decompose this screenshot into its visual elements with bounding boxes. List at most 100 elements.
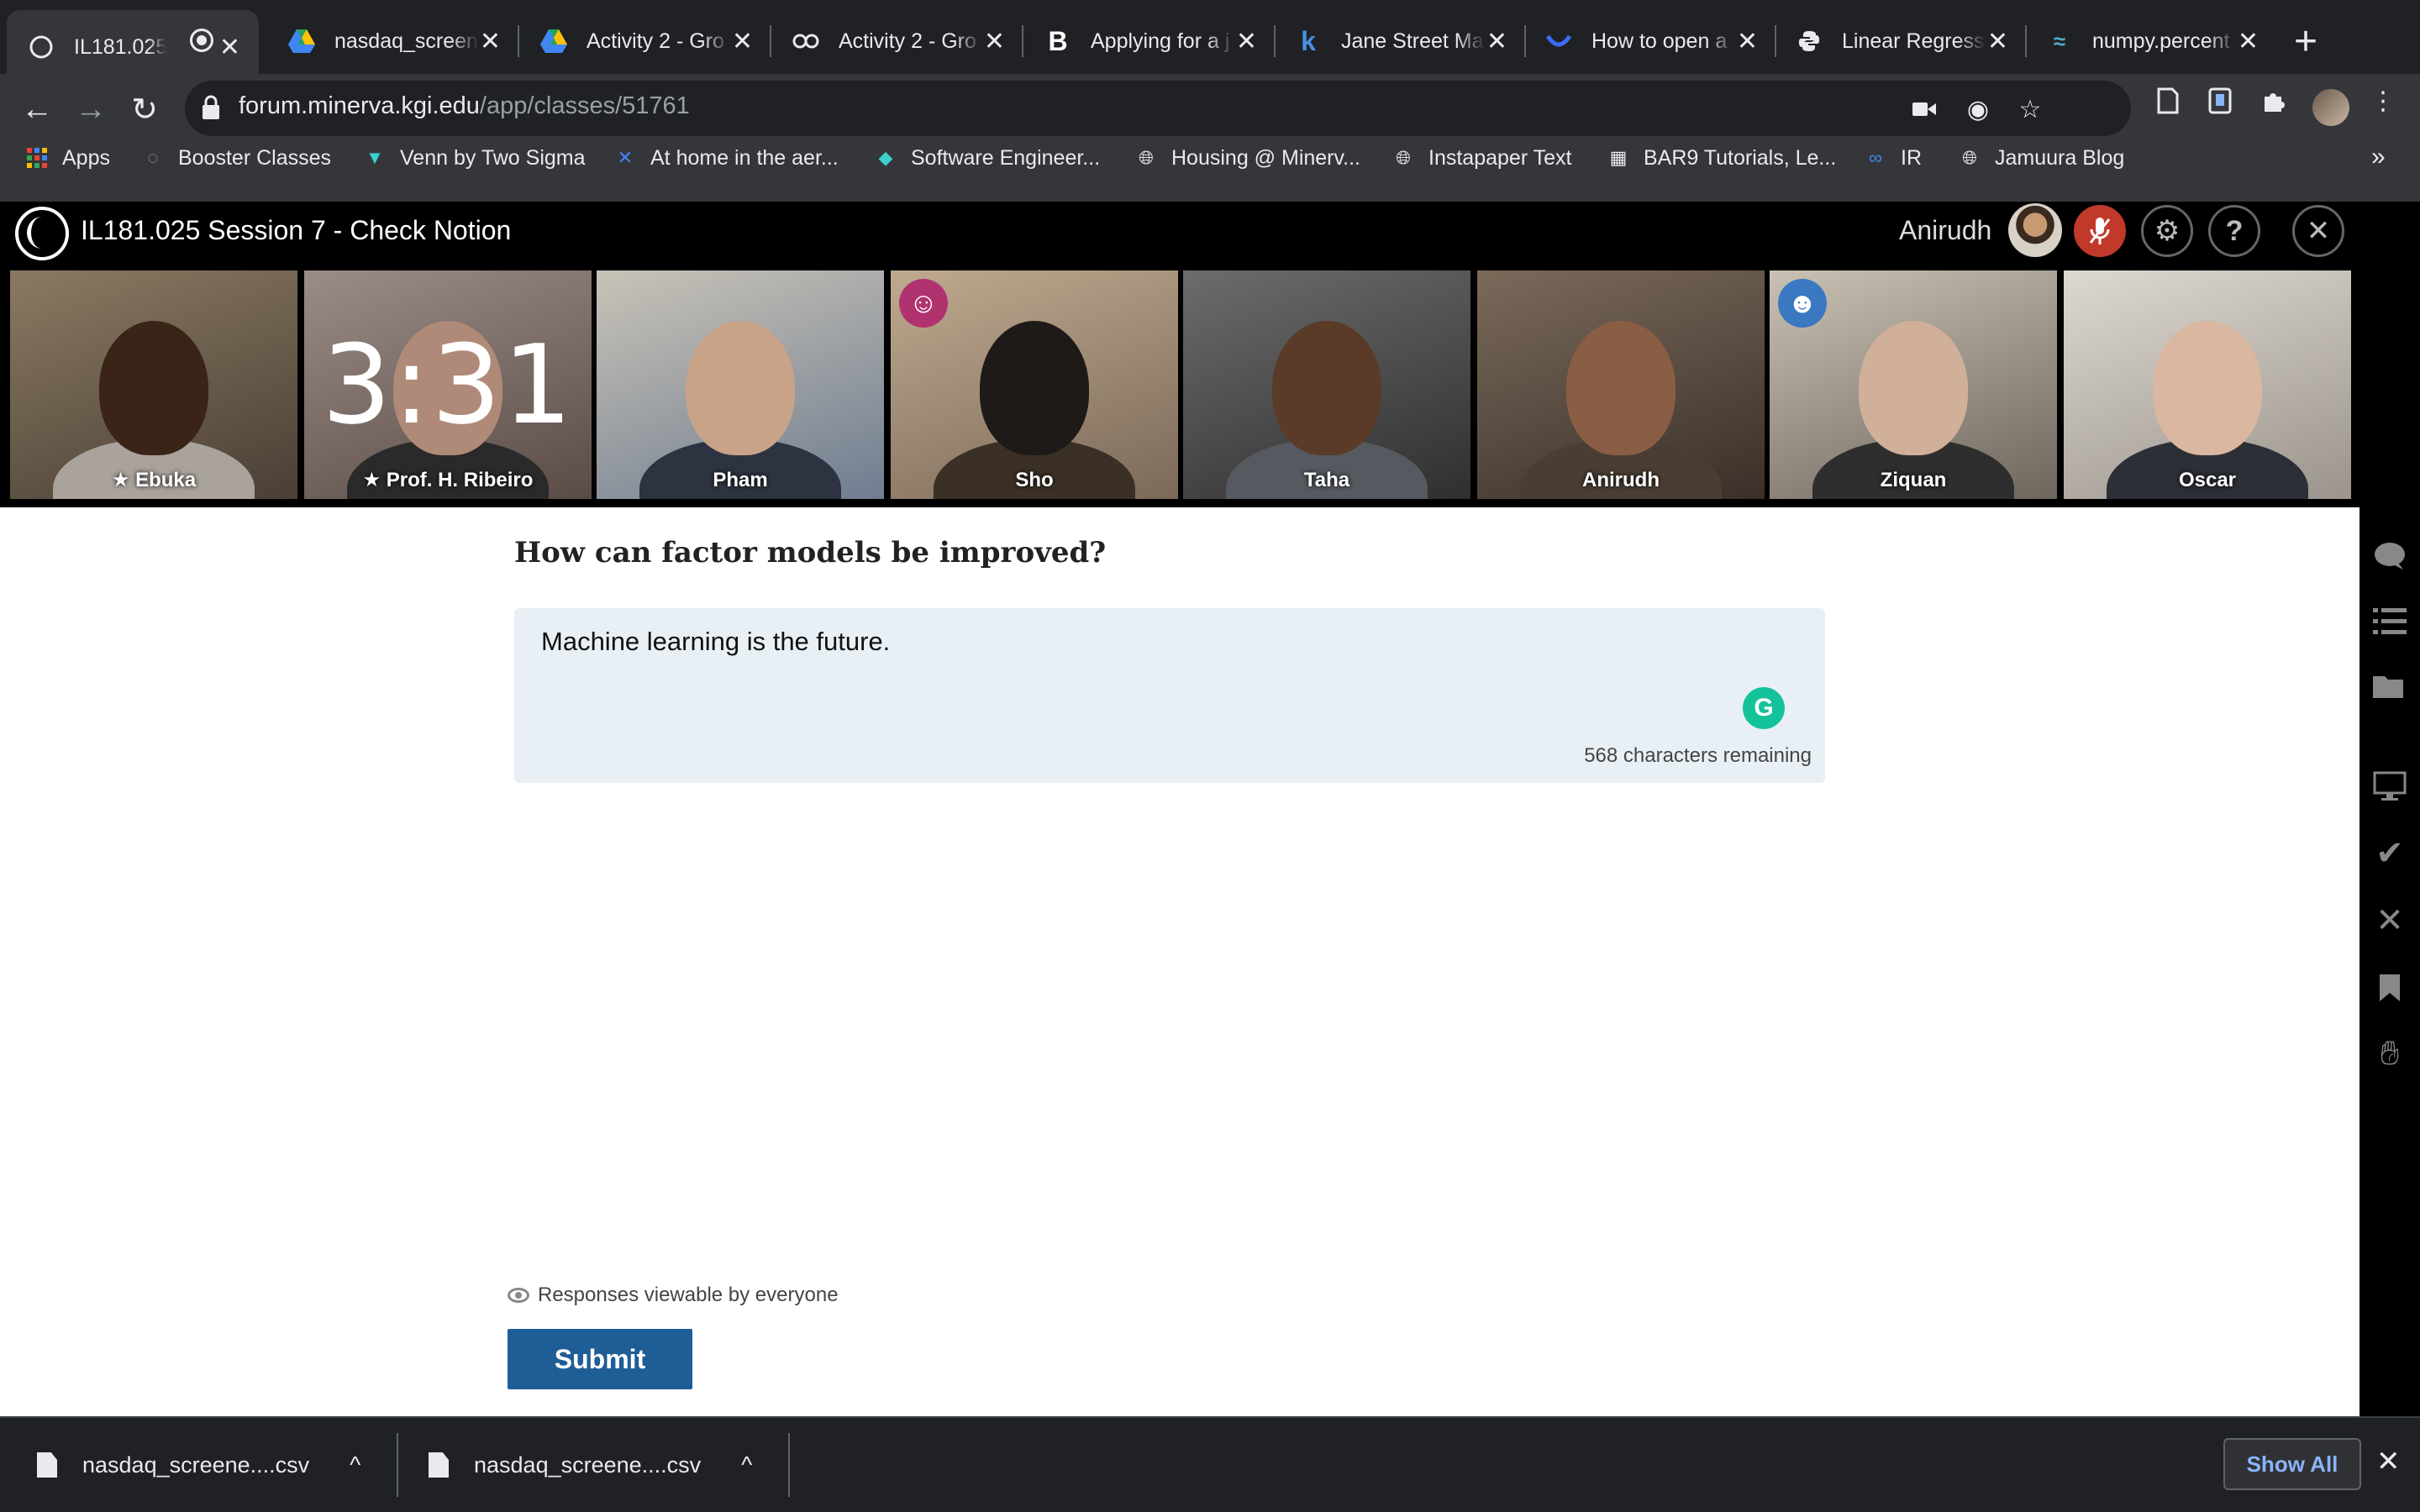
bookmark-label: Jamuura Blog xyxy=(1995,145,2125,170)
participant-video xyxy=(1272,321,1381,455)
chat-bubble-icon[interactable] xyxy=(2370,536,2410,576)
lock-icon[interactable] xyxy=(202,95,229,123)
settings-button[interactable]: ⚙ xyxy=(2141,205,2193,257)
bookmark-software-engineer[interactable]: ◆ Software Engineer... xyxy=(874,143,1101,173)
list-icon[interactable] xyxy=(2370,601,2410,642)
extensions-puzzle-icon[interactable] xyxy=(2257,84,2291,118)
tab-linear-regression[interactable]: Linear Regress ✕ xyxy=(1775,10,2027,72)
bookmark-at-home[interactable]: ✕ At home in the aer... xyxy=(613,143,839,173)
camera-icon[interactable] xyxy=(1907,92,1941,126)
leave-class-button[interactable]: ✕ xyxy=(2292,205,2344,257)
help-button[interactable]: ? xyxy=(2208,205,2260,257)
close-tab-icon[interactable]: ✕ xyxy=(480,27,501,56)
video-tile-sho[interactable]: ☺ Sho xyxy=(891,270,1178,499)
bookmark-booster-classes[interactable]: ◌ Booster Classes xyxy=(141,143,331,173)
bookmark-venn[interactable]: ▼ Venn by Two Sigma xyxy=(363,143,585,173)
app-header: IL181.025 Session 7 - Check Notion Aniru… xyxy=(0,202,2420,270)
bookmark-site-icon: ∞ xyxy=(1869,147,1882,168)
tab-title: Applying for a j xyxy=(1091,29,1230,53)
participant-video xyxy=(980,321,1089,455)
tab-activity-2-colab[interactable]: Activity 2 - Gro ✕ xyxy=(771,10,1023,72)
profile-avatar[interactable] xyxy=(2312,89,2349,126)
star-icon[interactable]: ☆ xyxy=(2013,92,2047,126)
kebab-menu-icon[interactable]: ⋮ xyxy=(2366,84,2400,118)
video-tile-pham[interactable]: Pham xyxy=(597,270,884,499)
tab-numpy-percentile[interactable]: ≈ numpy.percent ✕ xyxy=(2025,10,2277,72)
show-all-downloads-button[interactable]: Show All xyxy=(2223,1438,2361,1490)
grammarly-icon[interactable]: G xyxy=(1743,687,1785,729)
back-arrow-icon[interactable]: ← xyxy=(12,84,62,134)
bookmark-housing[interactable]: 🌐︎ Housing @ Minerv... xyxy=(1134,143,1360,173)
star-icon: ★ xyxy=(111,469,136,491)
forward-arrow-icon[interactable]: → xyxy=(66,84,116,134)
bookmark-bar9[interactable]: ▦ BAR9 Tutorials, Le... xyxy=(1607,143,1837,173)
close-tab-icon[interactable]: ✕ xyxy=(1987,27,2008,56)
url-path: /app/classes/51761 xyxy=(479,92,690,119)
answer-textarea[interactable]: Machine learning is the future. G 568 ch… xyxy=(514,608,1825,783)
close-x-icon[interactable]: ✕ xyxy=(2370,900,2410,941)
bookmark-site-icon: ✕ xyxy=(617,147,634,168)
checkmark-icon[interactable]: ✔ xyxy=(2370,833,2410,874)
close-tab-icon[interactable]: ✕ xyxy=(1737,27,1758,56)
download-item[interactable]: nasdaq_screene....csv ^ xyxy=(429,1418,752,1512)
bookmark-instapaper[interactable]: 🌐︎ Instapaper Text xyxy=(1392,143,1571,173)
close-tab-icon[interactable]: ✕ xyxy=(1486,27,1507,56)
tab-activity-2-drive[interactable]: Activity 2 - Gro ✕ xyxy=(519,10,771,72)
close-tab-icon[interactable]: ✕ xyxy=(732,27,753,56)
participant-video xyxy=(99,321,208,455)
eye-icon[interactable]: ◉ xyxy=(1961,92,1995,126)
download-filename: nasdaq_screene....csv xyxy=(82,1452,310,1478)
responses-visibility-note: Responses viewable by everyone xyxy=(508,1284,839,1307)
google-drive-icon xyxy=(287,27,316,55)
countdown-timer: 3:31 xyxy=(322,321,574,449)
video-tile-prof-ribeiro[interactable]: 3:31 ★ Prof. H. Ribeiro xyxy=(304,270,592,499)
chevron-up-icon[interactable]: ^ xyxy=(741,1452,752,1478)
download-item[interactable]: nasdaq_screene....csv ^ xyxy=(37,1418,360,1512)
tab-jane-street[interactable]: k Jane Street Ma ✕ xyxy=(1274,10,1526,72)
video-tile-anirudh[interactable]: Anirudh xyxy=(1477,270,1765,499)
bookmark-label: Booster Classes xyxy=(178,145,332,170)
browser-toolbar: ← → ↻ forum.minerva.kgi.edu/app/classes/… xyxy=(0,74,2420,202)
address-bar[interactable]: forum.minerva.kgi.edu/app/classes/51761 … xyxy=(185,81,2131,136)
video-tile-taha[interactable]: Taha xyxy=(1183,270,1470,499)
bookmark-jamuura[interactable]: 🌐︎ Jamuura Blog xyxy=(1958,143,2124,173)
reload-icon[interactable]: ↻ xyxy=(119,84,170,134)
submit-button[interactable]: Submit xyxy=(508,1329,692,1389)
tab-minerva-session[interactable]: IL181.025 S ✕ xyxy=(7,10,259,84)
participant-video xyxy=(1566,321,1676,455)
raise-hand-icon[interactable]: ✋︎ xyxy=(2370,1033,2410,1074)
video-tile-ziquan[interactable]: ☻ Ziquan xyxy=(1770,270,2057,499)
reading-list-icon[interactable] xyxy=(2151,84,2185,118)
microphone-muted-icon xyxy=(2089,218,2111,244)
video-tile-ebuka[interactable]: ★ Ebuka xyxy=(10,270,297,499)
close-tab-icon[interactable]: ✕ xyxy=(2238,27,2259,56)
tab-nasdaq-screen[interactable]: nasdaq_screen ✕ xyxy=(267,10,519,72)
more-bookmarks-button[interactable]: » xyxy=(2371,143,2386,171)
folder-icon[interactable] xyxy=(2370,667,2410,707)
tab-how-to-open[interactable]: How to open a ✕ xyxy=(1524,10,1776,72)
close-tab-icon[interactable]: ✕ xyxy=(219,33,240,62)
bookmark-icon[interactable] xyxy=(2370,968,2410,1008)
close-tab-icon[interactable]: ✕ xyxy=(1236,27,1257,56)
bookmark-label: Housing @ Minerv... xyxy=(1171,145,1360,170)
extension-clipper-icon[interactable] xyxy=(2203,84,2237,118)
participant-video-strip: ★ Ebuka 3:31 ★ Prof. H. Ribeiro Pham ☺ S… xyxy=(0,270,2420,507)
tab-title: Jane Street Ma xyxy=(1341,29,1484,53)
bookmark-apps[interactable]: Apps xyxy=(25,143,110,173)
chevron-up-icon[interactable]: ^ xyxy=(350,1452,360,1478)
bookmark-ir[interactable]: ∞ IR xyxy=(1864,143,1922,173)
session-title: IL181.025 Session 7 - Check Notion xyxy=(81,215,512,245)
python-icon xyxy=(1795,27,1823,55)
right-sidebar: ✔ ✕ ✋︎ xyxy=(2360,507,2420,1416)
close-icon[interactable]: ✕ xyxy=(2376,1445,2401,1478)
answer-text[interactable]: Machine learning is the future. xyxy=(541,627,890,657)
close-tab-icon[interactable]: ✕ xyxy=(984,27,1005,56)
presentation-screen-icon[interactable] xyxy=(2370,766,2410,806)
globe-icon: 🌐︎ xyxy=(1139,147,1154,168)
video-tile-oscar[interactable]: Oscar xyxy=(2064,270,2351,499)
tab-applying-for-a-job[interactable]: B Applying for a j ✕ xyxy=(1023,10,1276,72)
url-text[interactable]: forum.minerva.kgi.edu/app/classes/51761 xyxy=(239,92,690,120)
user-avatar[interactable] xyxy=(2008,203,2062,257)
mute-microphone-button[interactable] xyxy=(2074,205,2126,257)
new-tab-button[interactable]: + xyxy=(2294,18,2317,66)
